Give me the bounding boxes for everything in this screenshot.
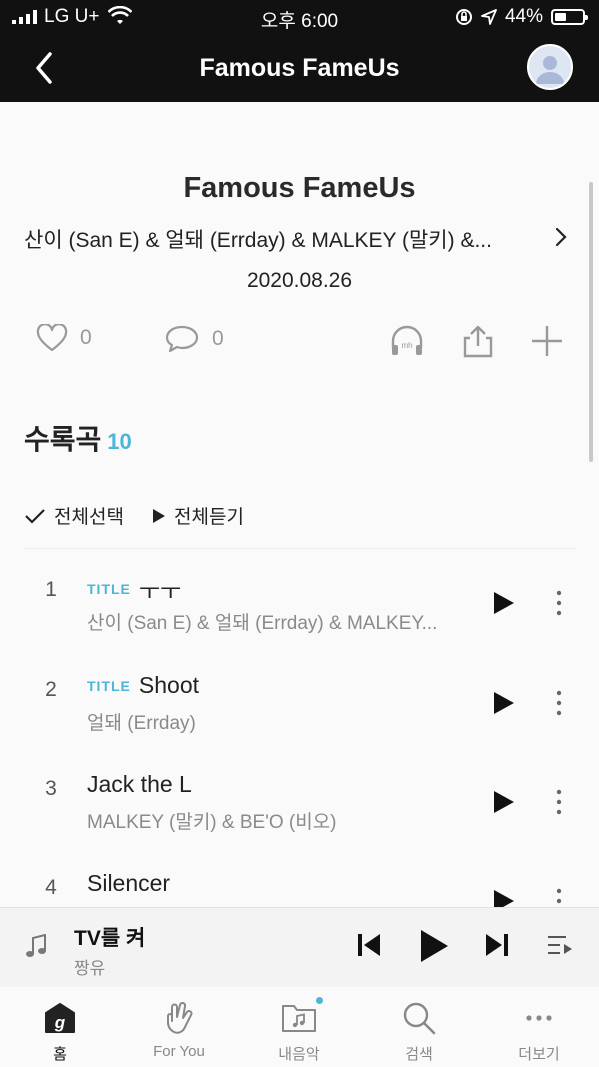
comment-icon xyxy=(165,325,199,353)
track-title: Shoot xyxy=(138,672,199,698)
header-title: Famous FameUs xyxy=(199,54,400,82)
add-button[interactable] xyxy=(530,324,564,358)
profile-avatar-button[interactable] xyxy=(527,44,573,90)
track-more-button[interactable] xyxy=(553,588,565,618)
checkmark-icon xyxy=(25,508,45,524)
track-more-button[interactable] xyxy=(553,688,565,718)
divider xyxy=(24,548,576,549)
tab-for-you-label: For You xyxy=(153,1043,205,1060)
track-title-line: Jack the L xyxy=(87,771,192,798)
track-artist: 산이 (San E) & 얼돼 (Errday) & MALKEY... xyxy=(87,613,438,634)
track-artist: MALKEY (말키) & BE'O (비오) xyxy=(87,812,337,833)
header-bar: Famous FameUs xyxy=(0,34,599,102)
track-row[interactable]: 2 TITLE Shoot 얼돼 (Errday) xyxy=(0,664,599,754)
track-title-line: Silencer xyxy=(87,870,170,897)
user-avatar-icon xyxy=(536,56,564,84)
comment-button[interactable]: 0 xyxy=(164,324,224,354)
like-count: 0 xyxy=(80,326,92,349)
track-title-line: TITLE ㅜㅜ xyxy=(87,572,181,606)
track-play-button[interactable] xyxy=(492,690,516,716)
status-bar: LG U+ 오후 6:00 44% xyxy=(0,0,599,34)
track-more-button[interactable] xyxy=(553,787,565,817)
album-artists-link[interactable]: 산이 (San E) & 얼돼 (Errday) & MALKEY (말키) &… xyxy=(24,224,544,254)
track-number: 4 xyxy=(45,876,57,899)
tab-search[interactable]: 검색 xyxy=(359,987,479,1067)
select-all-button[interactable]: 전체선택 xyxy=(24,502,124,529)
track-play-button[interactable] xyxy=(492,888,516,907)
mix-listen-button[interactable]: mh xyxy=(389,324,425,358)
share-icon xyxy=(463,325,493,358)
location-icon xyxy=(481,9,497,25)
headphones-icon: mh xyxy=(391,325,423,355)
track-number: 3 xyxy=(45,777,57,800)
playlist-button[interactable] xyxy=(546,934,574,958)
comment-count: 0 xyxy=(212,327,224,350)
bottom-tab-bar: g 홈 For You 내음악 검색 더보기 xyxy=(0,987,599,1067)
heart-icon xyxy=(36,324,68,352)
track-number: 1 xyxy=(45,578,57,601)
title-track-badge: TITLE xyxy=(87,677,131,694)
play-icon xyxy=(153,508,165,523)
tab-my-music-label: 내음악 xyxy=(278,1046,320,1063)
hand-icon xyxy=(167,1001,193,1034)
tab-more[interactable]: 더보기 xyxy=(479,987,599,1067)
share-button[interactable] xyxy=(460,324,496,358)
battery-icon xyxy=(551,9,588,25)
svg-text:mh: mh xyxy=(401,341,412,350)
tracks-heading-label: 수록곡 xyxy=(24,424,102,455)
svg-text:g: g xyxy=(54,1013,66,1032)
track-play-button[interactable] xyxy=(492,590,516,616)
rotation-lock-icon xyxy=(455,9,472,25)
track-row[interactable]: 3 Jack the L MALKEY (말키) & BE'O (비오) xyxy=(0,763,599,853)
search-icon xyxy=(403,1002,436,1035)
tab-home[interactable]: g 홈 xyxy=(0,987,120,1067)
album-title: Famous FameUs xyxy=(183,172,416,204)
music-folder-icon xyxy=(282,1005,316,1032)
track-title-line: TITLE Shoot xyxy=(87,672,199,699)
tab-more-label: 더보기 xyxy=(518,1046,560,1063)
music-note-icon xyxy=(26,934,46,957)
track-number: 2 xyxy=(45,678,57,701)
play-all-label: 전체듣기 xyxy=(174,507,244,528)
next-button[interactable] xyxy=(484,930,510,960)
scrollbar[interactable] xyxy=(589,182,593,462)
battery-percent: 44% xyxy=(504,6,543,27)
title-track-badge: TITLE xyxy=(87,581,131,597)
chevron-right-icon[interactable] xyxy=(552,226,570,248)
track-row[interactable]: 4Silencer산이 (San E) xyxy=(0,862,599,907)
track-play-button[interactable] xyxy=(492,789,516,815)
tab-my-music[interactable]: 내음악 xyxy=(239,987,359,1067)
tab-search-label: 검색 xyxy=(405,1046,433,1063)
home-g-icon: g xyxy=(45,1003,75,1033)
release-date: 2020.08.26 xyxy=(246,269,353,292)
track-title: ㅜㅜ xyxy=(138,578,182,604)
plus-icon xyxy=(532,326,562,356)
tracks-section-heading: 수록곡 10 xyxy=(24,418,132,458)
track-more-button[interactable] xyxy=(553,886,565,907)
track-title: Jack the L xyxy=(87,771,192,797)
now-playing-artist: 짱유 xyxy=(74,959,106,978)
select-all-label: 전체선택 xyxy=(54,507,124,528)
track-row[interactable]: 1 TITLE ㅜㅜ 산이 (San E) & 얼돼 (Errday) & MALKE… xyxy=(0,564,599,654)
tab-for-you[interactable]: For You xyxy=(119,987,239,1067)
track-artist: 얼돼 (Errday) xyxy=(87,713,196,734)
play-pause-button[interactable] xyxy=(418,928,450,964)
album-detail-content[interactable]: Famous FameUs 산이 (San E) & 얼돼 (Errday) &… xyxy=(0,102,599,907)
track-title: Silencer xyxy=(87,870,171,896)
play-all-button[interactable]: 전체듣기 xyxy=(152,502,244,529)
mini-player[interactable]: TV를 켜 짱유 xyxy=(0,907,599,988)
more-dots-icon xyxy=(526,1015,552,1021)
now-playing-title: TV를 켜 xyxy=(74,927,146,950)
tracks-count: 10 xyxy=(107,429,132,454)
tab-home-label: 홈 xyxy=(53,1046,67,1063)
like-button[interactable]: 0 xyxy=(36,324,92,352)
previous-button[interactable] xyxy=(356,930,382,960)
